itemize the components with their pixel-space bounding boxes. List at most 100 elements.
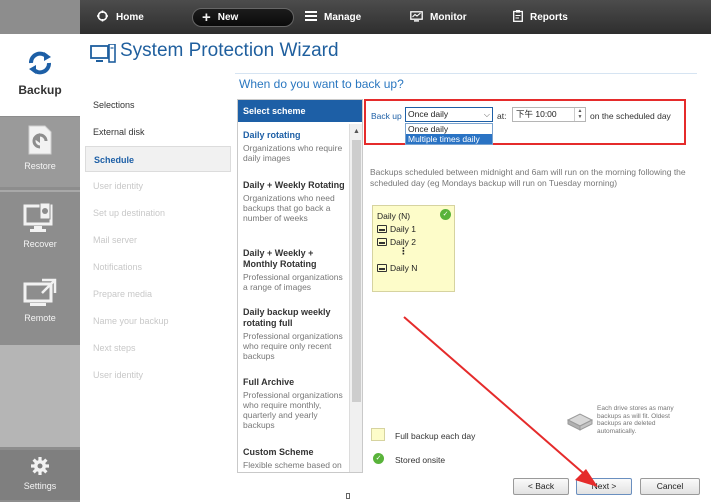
rotation-title: Daily (N) bbox=[377, 211, 411, 221]
title-divider bbox=[235, 73, 697, 74]
hard-drive-icon bbox=[566, 412, 594, 434]
scheme-name: Daily + Weekly Rotating bbox=[243, 180, 345, 190]
drive-icon bbox=[377, 264, 387, 272]
backup-frequency-row: Back up Once daily ⌵ Once daily Multiple… bbox=[364, 99, 686, 145]
sidebar: Backup Restore Recover Remote Settings bbox=[0, 0, 80, 502]
time-input[interactable]: 下午 10:00 ▲ ▼ bbox=[512, 107, 586, 122]
wizard-step-mail-server: Mail server bbox=[93, 235, 138, 245]
scheme-name: Daily backup weekly rotating full bbox=[243, 307, 331, 328]
drive-note: Each drive stores as many backups as wil… bbox=[597, 405, 674, 435]
sidebar-label-recover: Recover bbox=[23, 239, 57, 249]
recover-icon bbox=[22, 202, 58, 234]
sidebar-item-settings[interactable]: Settings bbox=[0, 450, 80, 500]
scheme-item-daily-weekly[interactable]: Daily + Weekly Rotating Organizations wh… bbox=[243, 180, 349, 223]
cancel-button[interactable]: Cancel bbox=[640, 478, 700, 495]
page-question: When do you want to back up? bbox=[239, 77, 404, 91]
scheme-name: Full Archive bbox=[243, 377, 295, 387]
scheme-item-custom[interactable]: Custom Scheme Flexible scheme based on bbox=[243, 447, 349, 470]
rotation-drive-n: Daily N bbox=[377, 263, 417, 273]
ellipsis-vertical: ⋮ bbox=[399, 246, 408, 256]
scheme-list-header: Select scheme bbox=[238, 100, 362, 122]
wizard-step-selections[interactable]: Selections bbox=[85, 92, 231, 118]
scheme-desc: Organizations who require daily images bbox=[243, 143, 343, 163]
sidebar-label-backup: Backup bbox=[18, 83, 62, 97]
scheme-name: Custom Scheme bbox=[243, 447, 314, 457]
wizard-step-next-steps: Next steps bbox=[93, 343, 136, 353]
clipboard-icon bbox=[513, 10, 523, 24]
scrollbar-thumb[interactable] bbox=[352, 140, 361, 402]
frequency-value: Once daily bbox=[408, 109, 449, 119]
scheme-desc: Flexible scheme based on bbox=[243, 460, 342, 470]
sidebar-label-remote: Remote bbox=[24, 313, 56, 323]
frequency-option-once-daily[interactable]: Once daily bbox=[406, 124, 492, 134]
onsite-badge-icon: ✓ bbox=[440, 209, 451, 220]
backup-label: Back up bbox=[371, 111, 402, 121]
rotation-drive-1: Daily 1 bbox=[377, 224, 416, 234]
frequency-dropdown-list: Once daily Multiple times daily bbox=[405, 123, 493, 145]
wizard-step-prepare-media: Prepare media bbox=[93, 289, 153, 299]
wizard-step-notifications: Notifications bbox=[93, 262, 143, 272]
monitor-icon bbox=[410, 10, 423, 24]
wizard-step-user-identity: User identity bbox=[93, 370, 144, 380]
remote-icon bbox=[22, 278, 58, 308]
wizard-step-user-identity: User identity bbox=[93, 181, 144, 191]
scheme-item-full-archive[interactable]: Full Archive Professional organizations … bbox=[243, 377, 349, 430]
scroll-up-icon[interactable]: ▲ bbox=[351, 126, 362, 138]
scheduled-day-label: on the scheduled day bbox=[590, 111, 671, 121]
time-spinner[interactable]: ▲ ▼ bbox=[574, 108, 585, 121]
time-value: 下午 10:00 bbox=[516, 109, 557, 119]
backup-icon bbox=[25, 49, 55, 77]
reports-button[interactable]: Reports bbox=[513, 0, 568, 34]
frequency-select[interactable]: Once daily ⌵ bbox=[405, 107, 493, 122]
home-icon bbox=[96, 10, 109, 24]
sidebar-label-settings: Settings bbox=[23, 481, 57, 491]
back-button[interactable]: < Back bbox=[513, 478, 569, 495]
sidebar-item-restore[interactable]: Restore bbox=[0, 117, 80, 187]
scheme-desc: Professional organizations who require o… bbox=[243, 331, 343, 361]
frequency-option-multiple-times[interactable]: Multiple times daily bbox=[406, 134, 492, 144]
home-button[interactable]: Home bbox=[96, 0, 144, 34]
system-protection-icon bbox=[90, 43, 116, 66]
sidebar-item-recover[interactable]: Recover bbox=[0, 196, 80, 266]
legend-full-backup: Full backup each day bbox=[395, 431, 476, 441]
sidebar-label-restore: Restore bbox=[24, 161, 56, 171]
sidebar-item-remote[interactable]: Remote bbox=[0, 272, 80, 342]
reports-label: Reports bbox=[530, 11, 568, 23]
new-label: New bbox=[217, 12, 239, 23]
sidebar-item-backup[interactable]: Backup bbox=[0, 34, 80, 116]
wizard-step-name-your-backup: Name your backup bbox=[93, 316, 169, 326]
home-label: Home bbox=[116, 11, 144, 23]
next-button[interactable]: Next > bbox=[576, 478, 632, 495]
sidebar-divider bbox=[0, 190, 80, 192]
list-icon bbox=[305, 11, 317, 23]
window-corner-mark bbox=[346, 493, 350, 499]
monitor-button[interactable]: Monitor bbox=[410, 0, 467, 34]
stored-onsite-icon: ✓ bbox=[373, 453, 384, 464]
at-label: at: bbox=[497, 111, 507, 121]
wizard-step-schedule[interactable]: Schedule bbox=[85, 146, 231, 172]
sidebar-empty-area bbox=[0, 345, 80, 447]
chevron-down-icon: ⌵ bbox=[483, 110, 490, 119]
drive-icon bbox=[377, 225, 387, 233]
full-backup-swatch bbox=[371, 428, 385, 441]
restore-icon bbox=[25, 124, 55, 156]
drive-icon bbox=[377, 238, 387, 246]
wizard-step-external-disk[interactable]: External disk bbox=[85, 119, 231, 145]
scheme-scrollbar[interactable]: ▲ bbox=[349, 124, 362, 472]
scheme-desc: Professional organizations a range of im… bbox=[243, 272, 343, 292]
scheme-desc: Professional organizations who require m… bbox=[243, 390, 343, 430]
scheme-name: Daily + Weekly + Monthly Rotating bbox=[243, 248, 317, 269]
schedule-note: Backups scheduled between midnight and 6… bbox=[370, 167, 686, 188]
manage-button[interactable]: Manage bbox=[305, 0, 361, 34]
rotation-drive-label: Daily N bbox=[390, 263, 418, 273]
scheme-name: Daily rotating bbox=[243, 130, 301, 140]
rotation-card: Daily (N) ✓ Daily 1 Daily 2 ⋮ Daily N bbox=[372, 205, 455, 292]
scheme-item-daily-weekly-full[interactable]: Daily backup weekly rotating full Profes… bbox=[243, 307, 349, 361]
scheme-item-daily-weekly-monthly[interactable]: Daily + Weekly + Monthly Rotating Profes… bbox=[243, 248, 349, 292]
legend-stored-onsite: Stored onsite bbox=[395, 455, 446, 465]
gear-icon bbox=[30, 456, 50, 476]
rotation-drive-2: Daily 2 bbox=[377, 237, 416, 247]
rotation-drive-label: Daily 1 bbox=[390, 224, 416, 234]
scheme-item-daily-rotating[interactable]: Daily rotating Organizations who require… bbox=[243, 130, 349, 163]
new-button[interactable]: + New bbox=[192, 8, 294, 27]
